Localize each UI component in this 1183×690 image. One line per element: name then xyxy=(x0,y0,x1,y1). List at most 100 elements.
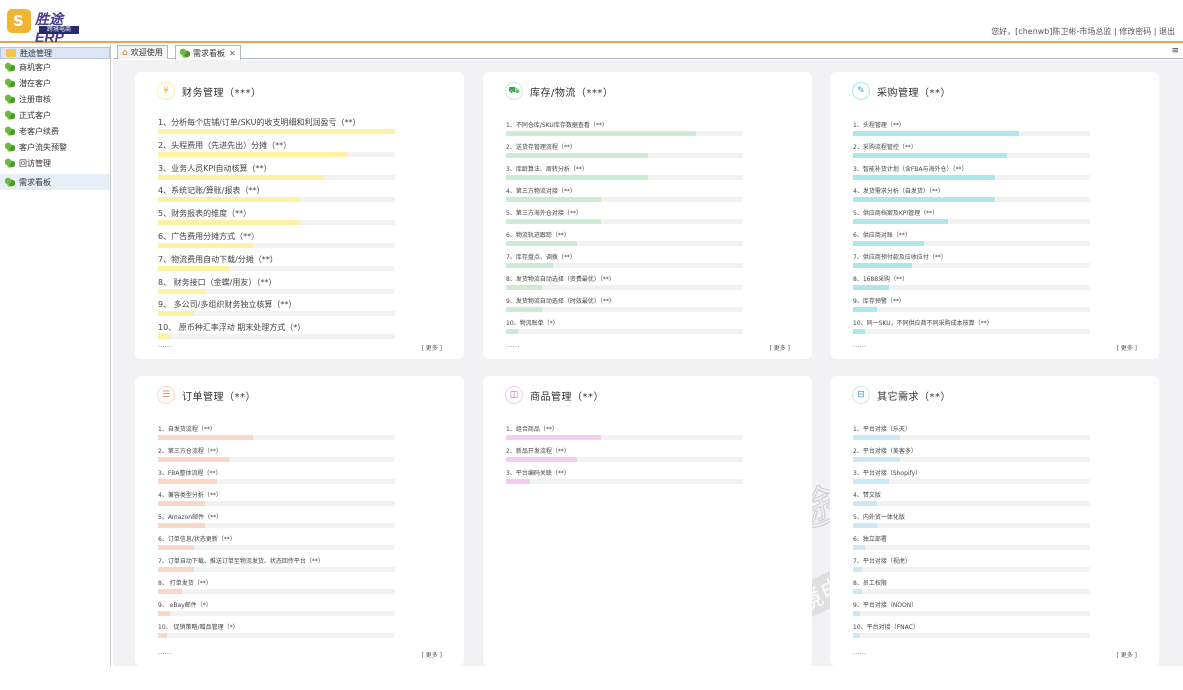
requirement-item: 6、物流轨迹跟踪（**） xyxy=(506,230,743,246)
requirement-item: 1、头程管理（**） xyxy=(853,120,1090,136)
progress-bar xyxy=(506,285,542,290)
sidebar-root-node[interactable]: 胜途管理 xyxy=(0,47,110,59)
progress-track xyxy=(853,545,1090,550)
tab-demand-board[interactable]: 需求看板 ✕ xyxy=(175,45,241,60)
progress-bar xyxy=(853,175,996,180)
progress-bar xyxy=(506,131,696,136)
progress-track xyxy=(158,567,395,572)
more-link[interactable]: [ 更多 ] xyxy=(1117,343,1138,352)
sidebar-item[interactable]: 商机客户 xyxy=(0,59,110,75)
requirement-text: 4、赞文版 xyxy=(853,492,881,499)
progress-bar xyxy=(158,501,206,506)
progress-track xyxy=(853,611,1090,616)
progress-bar xyxy=(158,334,170,340)
card-title: 财务管理（***） xyxy=(182,87,262,99)
requirement-item: 7、库存盘点、调拨（**） xyxy=(506,252,743,268)
progress-track xyxy=(853,633,1090,638)
progress-bar xyxy=(158,611,170,616)
requirement-text: 9、库存预警（**） xyxy=(853,298,905,305)
requirement-text: 2、送货存管理流程（**） xyxy=(506,144,576,151)
progress-bar xyxy=(853,131,1019,136)
ellipsis-text: ...... xyxy=(853,341,867,349)
requirement-text: 5、第三方海外仓对接（**） xyxy=(506,210,582,217)
progress-track xyxy=(158,589,395,594)
requirement-text: 4、系统记账/算账/报表（**） xyxy=(158,186,265,196)
sidebar-item-label: 潜在客户 xyxy=(19,78,51,88)
progress-track xyxy=(853,329,1090,334)
sidebar-item[interactable]: 正式客户 xyxy=(0,107,110,123)
sidebar-item[interactable]: 需求看板 xyxy=(0,174,110,190)
requirement-text: 10、同一SKU，不同供应商不同采购成本核算（**） xyxy=(853,320,993,327)
tab-welcome[interactable]: ⌂ 欢迎使用 xyxy=(117,45,168,59)
requirement-text: 1、自发货流程（**） xyxy=(158,426,216,433)
progress-track xyxy=(158,174,395,180)
user-greeting: 您好，[chenwb]陈卫彬-市场总监 xyxy=(991,27,1112,36)
requirement-item: 5、Amazon邮件（**） xyxy=(158,512,395,528)
logo-mark: S xyxy=(7,9,31,33)
progress-track xyxy=(158,197,395,203)
progress-track xyxy=(158,220,395,226)
progress-bar xyxy=(853,307,877,312)
more-link[interactable]: [ 更多 ] xyxy=(422,343,443,352)
requirement-item: 10、 原币种汇率浮动 期末处理方式（*） xyxy=(158,322,395,340)
progress-track xyxy=(506,457,743,462)
progress-bar xyxy=(158,633,168,638)
progress-bar xyxy=(506,241,578,246)
requirement-text: 7、物流费用自动下载/分摊（**） xyxy=(158,254,278,264)
sidebar-item[interactable]: 老客户续费 xyxy=(0,123,110,139)
sidebar-item-label: 商机客户 xyxy=(19,62,51,72)
sidebar-item[interactable]: 潜在客户 xyxy=(0,75,110,91)
more-link[interactable]: [ 更多 ] xyxy=(422,650,443,659)
leaf-icon xyxy=(5,110,15,120)
ellipsis-text: ...... xyxy=(158,341,172,349)
progress-bar xyxy=(158,197,301,203)
requirement-item: 3、FBA整体流程（**） xyxy=(158,468,395,484)
requirement-text: 10、物流账单（*） xyxy=(506,320,559,327)
requirement-text: 3、平台对接（Shopify） xyxy=(853,470,922,477)
progress-track xyxy=(506,329,743,334)
requirement-item: 9、 多公司/多组织财务独立核算（**） xyxy=(158,299,395,317)
progress-track xyxy=(853,131,1090,136)
progress-track xyxy=(506,435,743,440)
progress-track xyxy=(853,219,1090,224)
progress-track xyxy=(506,263,743,268)
requirement-text: 8、员工权限 xyxy=(853,580,887,587)
progress-track xyxy=(158,435,395,440)
sidebar-item[interactable]: 回访管理 xyxy=(0,155,110,171)
progress-bar xyxy=(853,501,877,506)
requirement-item: 6、订单信息/状态更新（**） xyxy=(158,534,395,550)
sidebar-item-label: 老客户续费 xyxy=(19,126,59,136)
sidebar-item-label: 注册审核 xyxy=(19,94,51,104)
progress-bar xyxy=(158,457,230,462)
more-link[interactable]: [ 更多 ] xyxy=(770,343,791,352)
requirement-text: 1、分析每个店铺/订单/SKU的收支明细和利润盈亏（**） xyxy=(158,118,361,127)
progress-bar xyxy=(158,243,253,248)
sidebar-item[interactable]: 客户流失预警 xyxy=(0,139,110,155)
sidebar-item-label: 正式客户 xyxy=(19,110,51,120)
card-title: 采购管理（**） xyxy=(877,87,951,99)
change-password-link[interactable]: 修改密码 xyxy=(1119,27,1151,36)
sidebar-item[interactable]: 注册审核 xyxy=(0,91,110,107)
card-title: 其它需求（**） xyxy=(877,391,951,403)
progress-track xyxy=(853,307,1090,312)
requirement-text: 9、 eBay邮件（*） xyxy=(158,602,212,609)
progress-track xyxy=(853,285,1090,290)
requirement-item: 2、送货存管理流程（**） xyxy=(506,142,743,158)
requirement-item: 8、 财务接口（金蝶/用友）（**） xyxy=(158,277,395,294)
menu-icon[interactable]: ≡ xyxy=(1171,46,1179,56)
card-purchase: ✎ 采购管理（**） 1、头程管理（**） 2、采购流程管控（**） 3、智能补货计划（… xyxy=(830,72,1159,359)
leaf-icon xyxy=(5,142,15,152)
progress-track xyxy=(158,151,395,157)
requirement-item: 6、供应商对账（**） xyxy=(853,230,1090,246)
ellipsis-text: ...... xyxy=(853,648,867,656)
more-link[interactable]: [ 更多 ] xyxy=(1117,650,1138,659)
card-order: ☰ 订单管理（**） 1、自发货流程（**） 2、第三方仓流程（**） 3、FBA整体流… xyxy=(135,376,464,666)
requirement-item: 1、组合商品（**） xyxy=(506,424,743,440)
tab-label: 需求看板 xyxy=(193,48,225,58)
close-icon[interactable]: ✕ xyxy=(229,49,236,58)
logout-link[interactable]: 退出 xyxy=(1159,27,1175,36)
requirement-text: 5、供应商档案及KPI管理（**） xyxy=(853,210,939,217)
sidebar: 胜途管理 商机客户潜在客户注册审核正式客户老客户续费客户流失预警 回访管理需求看板 xyxy=(0,45,111,666)
card-header: ✎ 采购管理（**） xyxy=(852,80,951,102)
requirement-item: 1、分析每个店铺/订单/SKU的收支明细和利润盈亏（**） xyxy=(158,117,395,134)
